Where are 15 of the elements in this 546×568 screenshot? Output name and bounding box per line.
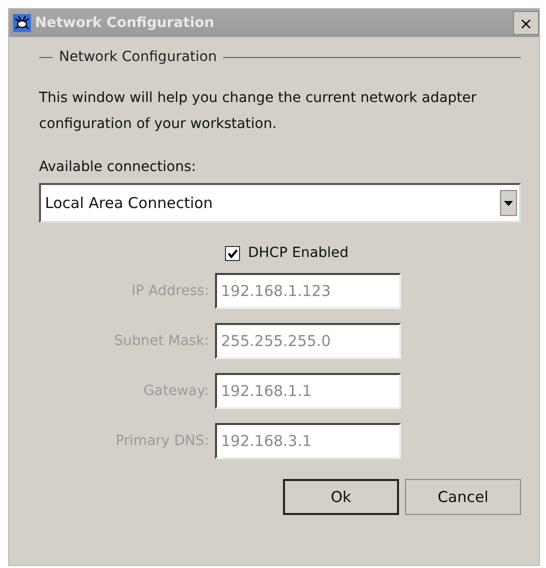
bug-icon — [13, 14, 31, 32]
field-label: Primary DNS: — [114, 433, 209, 449]
cancel-button[interactable]: Cancel — [405, 479, 521, 515]
intro-text: This window will help you change the current network adapter configuration of your workstation. — [39, 89, 478, 134]
ok-button[interactable]: Ok — [283, 479, 399, 515]
field-label: Gateway: — [142, 383, 209, 399]
close-button[interactable]: × — [513, 11, 539, 35]
dhcp-checkbox[interactable] — [225, 246, 240, 260]
field-label: IP Address: — [130, 283, 209, 299]
field-label: Subnet Mask: — [113, 333, 209, 349]
window-title: Network Configuration — [35, 15, 216, 31]
group-title: Network Configuration — [59, 49, 217, 65]
dhcp-label: DHCP Enabled — [248, 245, 349, 261]
connections-dropdown[interactable]: Local Area Connection — [39, 183, 521, 223]
connections-label: Available connections: — [39, 159, 197, 175]
